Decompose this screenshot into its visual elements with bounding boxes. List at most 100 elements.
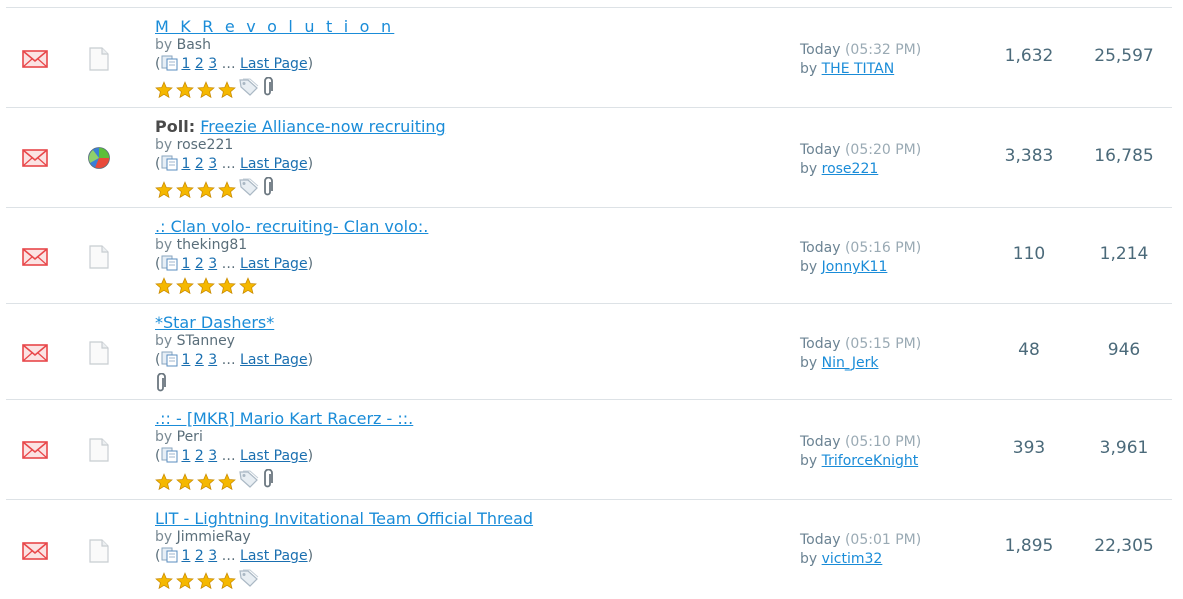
thread-title-link[interactable]: .: Clan volo- recruiting- Clan volo:. <box>155 217 428 236</box>
page-link[interactable]: 1 <box>181 256 190 272</box>
thread-author: theking81 <box>176 237 248 253</box>
thread-author-line: by theking81 <box>155 237 248 253</box>
page-link[interactable]: 1 <box>181 448 190 464</box>
rating-star-icon <box>218 473 236 491</box>
page-link[interactable]: 3 <box>208 548 217 564</box>
doc-icon <box>88 438 110 462</box>
page-link[interactable]: 1 <box>181 548 190 564</box>
thread-author-line: by rose221 <box>155 137 234 153</box>
page-link[interactable]: 3 <box>208 156 217 172</box>
pagination: (1 2 3 … Last Page) <box>155 547 314 564</box>
page-link[interactable]: 2 <box>195 448 204 464</box>
thread-badges <box>155 76 394 102</box>
thread-author: rose221 <box>176 137 234 153</box>
view-count: 25,597 <box>1094 46 1154 66</box>
thread-row[interactable]: *Star Dashers* by STanney (1 2 3 … Last … <box>6 304 1172 400</box>
thread-topic: M K R e v o l u t i o n by Bash (1 2 3 …… <box>155 17 394 99</box>
rating-star-icon <box>218 277 236 295</box>
page-link[interactable]: 1 <box>181 352 190 368</box>
reply-count: 1,632 <box>1004 46 1054 66</box>
thread-list: M K R e v o l u t i o n by Bash (1 2 3 …… <box>6 7 1172 596</box>
envelope-icon[interactable] <box>22 542 48 560</box>
last-page-link[interactable]: Last Page <box>240 256 308 272</box>
rating-star-icon <box>155 473 173 491</box>
poll-icon <box>87 146 111 170</box>
rating-star-icon <box>239 277 257 295</box>
envelope-icon[interactable] <box>22 344 48 362</box>
rating-star-icon <box>197 572 215 590</box>
rating-star-icon <box>197 277 215 295</box>
thread-badges <box>155 569 533 591</box>
multipage-icon <box>161 547 179 563</box>
doc-icon <box>88 539 110 563</box>
thread-topic: LIT - Lightning Invitational Team Offici… <box>155 509 533 591</box>
envelope-icon[interactable] <box>22 50 48 68</box>
last-page-link[interactable]: Last Page <box>240 56 308 72</box>
thread-title-link[interactable]: Freezie Alliance-now recruiting <box>200 117 446 136</box>
page-link[interactable]: 2 <box>195 56 204 72</box>
rating-star-icon <box>155 277 173 295</box>
page-link[interactable]: 2 <box>195 352 204 368</box>
poll-prefix: Poll: <box>155 117 196 136</box>
thread-row[interactable]: .:: - [MKR] Mario Kart Racerz - ::. by P… <box>6 400 1172 500</box>
thread-title-link[interactable]: LIT - Lightning Invitational Team Offici… <box>155 509 533 528</box>
thread-title-link[interactable]: *Star Dashers* <box>155 313 274 332</box>
last-page-link[interactable]: Last Page <box>240 352 308 368</box>
page-link[interactable]: 2 <box>195 256 204 272</box>
thread-author-line: by JimmieRay <box>155 529 251 545</box>
view-count: 22,305 <box>1094 536 1154 556</box>
page-link[interactable]: 3 <box>208 256 217 272</box>
thread-row[interactable]: LIT - Lightning Invitational Team Offici… <box>6 500 1172 596</box>
page-link[interactable]: 2 <box>195 156 204 172</box>
thread-row[interactable]: Poll: Freezie Alliance-now recruiting by… <box>6 108 1172 208</box>
attachment-clip-icon <box>262 468 274 495</box>
last-post-info: Today (05:16 PM) by JonnyK11 <box>800 240 922 275</box>
thread-row[interactable]: .: Clan volo- recruiting- Clan volo:. by… <box>6 208 1172 304</box>
pagination: (1 2 3 … Last Page) <box>155 447 314 464</box>
rating-star-icon <box>197 81 215 99</box>
last-post-user-link[interactable]: JonnyK11 <box>822 259 888 275</box>
pagination: (1 2 3 … Last Page) <box>155 55 314 72</box>
tag-icon <box>239 78 259 102</box>
view-count: 16,785 <box>1094 146 1154 166</box>
page-link[interactable]: 3 <box>208 352 217 368</box>
last-post-user-link[interactable]: THE TITAN <box>822 61 895 77</box>
rating-star-icon <box>218 81 236 99</box>
attachment-clip-icon <box>262 76 274 103</box>
multipage-icon <box>161 255 179 271</box>
doc-icon <box>88 47 110 71</box>
envelope-icon[interactable] <box>22 441 48 459</box>
pagination: (1 2 3 … Last Page) <box>155 255 314 272</box>
page-link[interactable]: 3 <box>208 448 217 464</box>
page-link[interactable]: 3 <box>208 56 217 72</box>
envelope-icon[interactable] <box>22 149 48 167</box>
last-post-user-link[interactable]: Nin_Jerk <box>822 355 879 371</box>
rating-star-icon <box>176 181 194 199</box>
thread-title-link[interactable]: M K R e v o l u t i o n <box>155 17 394 36</box>
rating-star-icon <box>197 181 215 199</box>
rating-star-icon <box>218 181 236 199</box>
view-count: 946 <box>1107 340 1141 360</box>
tag-icon <box>239 178 259 202</box>
page-link[interactable]: 2 <box>195 548 204 564</box>
thread-topic: *Star Dashers* by STanney (1 2 3 … Last … <box>155 313 313 395</box>
page-link[interactable]: 1 <box>181 56 190 72</box>
last-post-info: Today (05:15 PM) by Nin_Jerk <box>800 336 922 371</box>
thread-row[interactable]: M K R e v o l u t i o n by Bash (1 2 3 …… <box>6 8 1172 108</box>
rating-star-icon <box>155 572 173 590</box>
last-post-user-link[interactable]: rose221 <box>822 161 879 177</box>
last-page-link[interactable]: Last Page <box>240 548 308 564</box>
last-post-user-link[interactable]: victim32 <box>822 551 883 567</box>
thread-badges <box>155 468 413 491</box>
thread-badges <box>155 372 313 395</box>
thread-title-link[interactable]: .:: - [MKR] Mario Kart Racerz - ::. <box>155 409 413 428</box>
last-post-info: Today (05:32 PM) by THE TITAN <box>800 42 922 77</box>
doc-icon <box>88 341 110 365</box>
multipage-icon <box>161 55 179 71</box>
last-page-link[interactable]: Last Page <box>240 448 308 464</box>
attachment-clip-icon <box>155 372 167 399</box>
page-link[interactable]: 1 <box>181 156 190 172</box>
envelope-icon[interactable] <box>22 248 48 266</box>
last-page-link[interactable]: Last Page <box>240 156 308 172</box>
last-post-user-link[interactable]: TriforceKnight <box>822 453 919 469</box>
